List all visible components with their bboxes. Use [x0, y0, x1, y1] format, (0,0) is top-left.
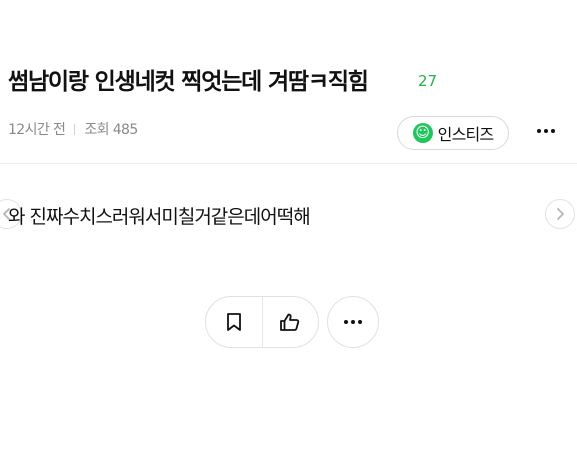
post-title: 썸남이랑 인생네컷 찍엇는데 겨땀ㅋ직힘 — [8, 69, 369, 95]
thumbs-up-icon — [280, 313, 300, 331]
post-more-button[interactable] — [327, 296, 379, 348]
dot — [551, 129, 555, 133]
category-chip[interactable]: ☺ 인스티즈 — [397, 116, 509, 150]
post-meta: 12시간 전 조회 485 — [8, 119, 138, 139]
like-button[interactable] — [261, 297, 319, 347]
dot — [344, 320, 348, 324]
bookmark-icon — [226, 313, 241, 331]
post-actions — [205, 296, 319, 348]
dot — [537, 129, 541, 133]
bookmark-button[interactable] — [206, 297, 262, 347]
comment-count[interactable]: 27 — [418, 72, 437, 90]
category-label: 인스티즈 — [437, 125, 494, 144]
dot — [544, 129, 548, 133]
chevron-right-icon — [557, 208, 564, 220]
more-options-button[interactable] — [531, 119, 561, 143]
post-views: 조회 485 — [84, 122, 138, 138]
header-divider — [0, 163, 577, 164]
post-time: 12시간 전 — [8, 122, 66, 138]
post-body: 와 진짜수치스러워서미칠거같은데어떡해 — [8, 206, 311, 228]
meta-separator — [74, 123, 76, 135]
dot — [358, 320, 362, 324]
dot — [351, 320, 355, 324]
instiz-logo-icon: ☺ — [412, 123, 433, 143]
next-post-button[interactable] — [545, 199, 575, 229]
